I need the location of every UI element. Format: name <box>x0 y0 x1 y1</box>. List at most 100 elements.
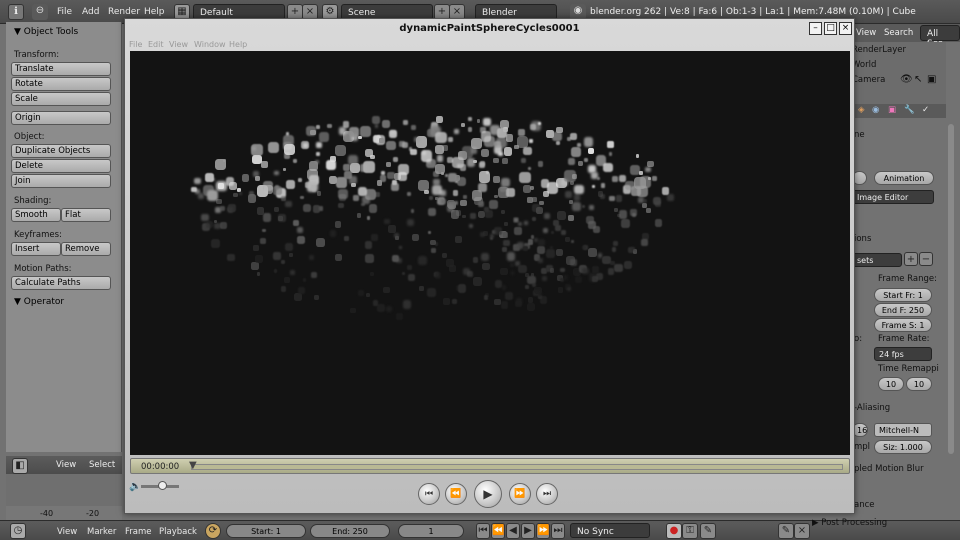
flat-button[interactable]: Flat <box>61 208 111 222</box>
bottom-view-menu[interactable]: View <box>57 527 77 537</box>
player-menu-window[interactable]: Window <box>194 40 226 49</box>
minimize-icon[interactable]: – <box>809 22 822 35</box>
filter-size-field[interactable]: Siz: 1.000 <box>874 440 932 454</box>
bottom-playback-menu[interactable]: Playback <box>159 527 197 537</box>
playhead-icon[interactable]: ▼ <box>189 460 197 471</box>
calculate-paths-button[interactable]: Calculate Paths <box>11 276 111 290</box>
particle <box>537 161 543 167</box>
close-icon[interactable]: × <box>839 22 852 35</box>
collapse-menu-icon[interactable]: ⊖ <box>32 4 48 20</box>
remove-preset-icon[interactable]: − <box>919 252 933 266</box>
scrub-track[interactable] <box>191 464 843 470</box>
keyframe-type-icon[interactable]: ✎ <box>700 523 716 539</box>
end-frame-field[interactable]: End F: 250 <box>874 303 932 317</box>
record-icon[interactable]: ● <box>666 523 682 539</box>
volume-knob[interactable] <box>158 481 168 490</box>
object-tools-title: Object Tools <box>23 27 79 37</box>
keyframe-insert-icon[interactable]: ✎ <box>778 523 794 539</box>
scale-button[interactable]: Scale <box>11 92 111 106</box>
editor-type-icon[interactable]: ◧ <box>12 458 28 474</box>
presets-dropdown[interactable]: sets <box>852 253 902 267</box>
menu-help[interactable]: Help <box>144 7 165 17</box>
remove-keyframe-button[interactable]: Remove <box>61 242 111 256</box>
join-button[interactable]: Join <box>11 174 111 188</box>
properties-scrollbar[interactable] <box>948 124 954 454</box>
frame-step-field[interactable]: Frame S: 1 <box>874 318 932 332</box>
timeline-editor-icon[interactable]: ◷ <box>10 523 26 539</box>
skip-back-icon[interactable]: ⏮ <box>418 483 440 505</box>
jump-end-icon[interactable]: ⏭ <box>551 523 565 539</box>
timeline-area[interactable] <box>6 474 122 506</box>
play-icon[interactable]: ▶ <box>521 523 535 539</box>
aa-filter-dropdown[interactable]: Mitchell-N <box>874 423 932 437</box>
insert-keyframe-button[interactable]: Insert <box>11 242 61 256</box>
player-menu-file[interactable]: File <box>129 40 142 49</box>
render-animation-button[interactable]: Animation <box>874 171 934 185</box>
rotate-button[interactable]: Rotate <box>11 77 111 91</box>
bottom-frame-menu[interactable]: Frame <box>125 527 151 537</box>
display-dropdown[interactable]: Image Editor <box>852 190 934 204</box>
play-button-icon[interactable]: ▶ <box>474 480 502 508</box>
maximize-icon[interactable]: □ <box>824 22 837 35</box>
add-preset-icon[interactable]: + <box>904 252 918 266</box>
rewind-icon[interactable]: ⏪ <box>445 483 467 505</box>
operator-header[interactable]: ▼ Operator <box>14 297 64 307</box>
play-reverse-icon[interactable]: ◀ <box>506 523 520 539</box>
remap-old-field[interactable]: 10 <box>878 377 904 391</box>
motion-blur-header[interactable]: pled Motion Blur <box>854 464 924 474</box>
outliner-view-menu[interactable]: View <box>856 28 876 38</box>
outliner-item[interactable]: World <box>852 60 876 70</box>
timeline-select-menu[interactable]: Select <box>89 460 115 470</box>
timeline-view-menu[interactable]: View <box>56 460 76 470</box>
player-menu-edit[interactable]: Edit <box>148 40 164 49</box>
menu-file[interactable]: File <box>57 7 72 17</box>
skip-forward-icon[interactable]: ⏭ <box>536 483 558 505</box>
start-frame-field[interactable]: Start Fr: 1 <box>874 288 932 302</box>
camera-icon[interactable]: ▣ <box>927 74 936 85</box>
outliner-search-menu[interactable]: Search <box>884 28 913 38</box>
post-processing-header[interactable]: ▶ Post Processing <box>812 518 887 528</box>
time-remapping-label: Time Remappi <box>878 364 939 374</box>
anti-aliasing-header[interactable]: -Aliasing <box>854 403 890 413</box>
render-tab-icon[interactable]: ◈ <box>858 105 865 115</box>
smooth-button[interactable]: Smooth <box>11 208 61 222</box>
object-tools-header[interactable]: ▼ Object Tools <box>14 27 78 37</box>
delete-button[interactable]: Delete <box>11 159 111 173</box>
scrub-bar[interactable]: 00:00:00 ▼ <box>130 458 850 474</box>
start-frame-field[interactable]: Start: 1 <box>226 524 306 538</box>
keying-set-icon[interactable]: ⚿ <box>682 523 698 539</box>
next-keyframe-icon[interactable]: ⏩ <box>536 523 550 539</box>
fast-forward-icon[interactable]: ⏩ <box>509 483 531 505</box>
dimensions-header[interactable]: ions <box>854 234 871 244</box>
eye-icon[interactable]: 👁 <box>900 74 913 85</box>
preview-range-icon[interactable]: ⟳ <box>205 523 221 539</box>
menu-render[interactable]: Render <box>108 7 140 17</box>
translate-button[interactable]: Translate <box>11 62 111 76</box>
world-tab-icon[interactable]: ◉ <box>872 105 879 115</box>
object-tab-icon[interactable]: ▣ <box>888 105 896 115</box>
player-menu-view[interactable]: View <box>169 40 188 49</box>
jump-start-icon[interactable]: ⏮ <box>476 523 490 539</box>
bottom-marker-menu[interactable]: Marker <box>87 527 116 537</box>
outliner-item[interactable]: Camera <box>852 75 885 85</box>
fps-dropdown[interactable]: 24 fps <box>874 347 932 361</box>
current-frame-field[interactable]: 1 <box>398 524 464 538</box>
modifier-tab-icon[interactable]: 🔧 <box>904 105 915 115</box>
outliner-filter-dropdown[interactable]: All Sce <box>920 25 960 49</box>
sync-mode-dropdown[interactable]: No Sync <box>570 523 650 538</box>
remap-new-field[interactable]: 10 <box>906 377 932 391</box>
cursor-icon[interactable]: ↖ <box>914 74 922 85</box>
data-tab-icon[interactable]: ✓ <box>922 105 929 115</box>
duplicate-objects-button[interactable]: Duplicate Objects <box>11 144 111 158</box>
particle <box>294 293 303 302</box>
info-editor-icon[interactable]: ℹ <box>8 4 24 20</box>
player-menu-help[interactable]: Help <box>229 40 247 49</box>
keyframe-delete-icon[interactable]: × <box>794 523 810 539</box>
outliner-item[interactable]: RenderLayer <box>852 45 906 55</box>
prev-keyframe-icon[interactable]: ⏪ <box>491 523 505 539</box>
menu-add[interactable]: Add <box>82 7 99 17</box>
video-frame[interactable] <box>130 51 850 455</box>
performance-header[interactable]: ance <box>854 500 875 510</box>
origin-button[interactable]: Origin <box>11 111 111 125</box>
end-frame-field[interactable]: End: 250 <box>310 524 390 538</box>
